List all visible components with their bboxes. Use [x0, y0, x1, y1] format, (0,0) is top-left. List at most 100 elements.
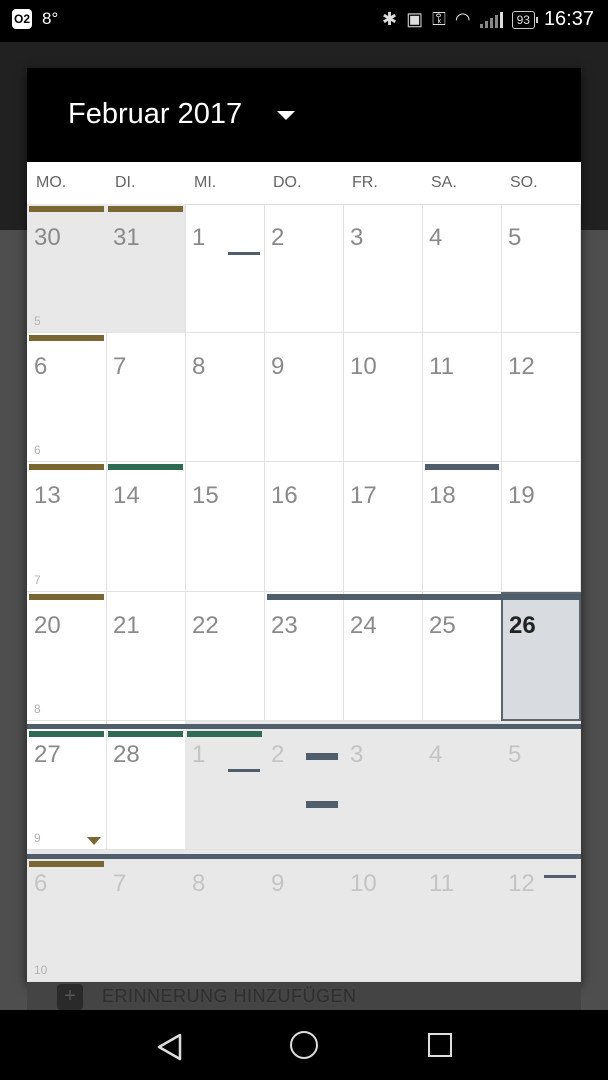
event-bar[interactable]: [29, 731, 104, 737]
day-cell[interactable]: 24: [343, 592, 423, 721]
nfc-icon: ▣: [406, 9, 424, 29]
event-indicator[interactable]: [306, 801, 338, 808]
day-number: 3: [350, 224, 364, 251]
event-indicator[interactable]: [306, 753, 338, 760]
day-cell[interactable]: 1: [185, 204, 265, 333]
event-indicator[interactable]: [544, 875, 576, 878]
day-cell[interactable]: 20 8: [27, 592, 107, 721]
day-cell[interactable]: 3: [343, 721, 423, 850]
home-icon[interactable]: [290, 1031, 318, 1059]
day-cell[interactable]: 8: [185, 850, 265, 982]
day-cell[interactable]: 31: [106, 204, 186, 333]
expand-week-icon[interactable]: [87, 837, 101, 845]
day-number: 1: [192, 224, 206, 251]
event-bar[interactable]: [425, 464, 499, 470]
event-bar[interactable]: [108, 464, 183, 470]
weekday-header: MO. DI. MI. DO. FR. SA. SO.: [27, 162, 581, 205]
day-cell[interactable]: 10: [343, 850, 423, 982]
day-number: 7: [113, 353, 127, 380]
day-number: 15: [192, 482, 219, 509]
event-bar[interactable]: [27, 854, 581, 859]
day-cell[interactable]: 66: [27, 333, 107, 462]
event-bar[interactable]: [108, 206, 183, 212]
day-cell[interactable]: 19: [501, 462, 581, 592]
event-bar[interactable]: [27, 724, 581, 729]
event-indicator[interactable]: [228, 769, 260, 772]
week-number: 8: [34, 702, 41, 716]
navigation-bar: [0, 1010, 608, 1080]
day-cell[interactable]: 11: [422, 333, 502, 462]
day-number: 8: [192, 870, 206, 897]
weekday-label: MI.: [194, 174, 217, 191]
event-bar[interactable]: [29, 206, 104, 212]
weekday-label: DO.: [273, 174, 302, 191]
day-cell[interactable]: 27 9: [27, 721, 107, 850]
day-cell[interactable]: 30 5: [27, 204, 107, 333]
day-cell[interactable]: 12: [501, 850, 581, 982]
day-cell-today[interactable]: 26: [501, 592, 581, 721]
day-cell[interactable]: 23: [264, 592, 344, 721]
event-bar[interactable]: [187, 731, 262, 737]
weekday-label: DI.: [115, 174, 136, 191]
day-number: 16: [271, 482, 298, 509]
day-cell[interactable]: 12: [501, 333, 581, 462]
back-icon[interactable]: [156, 1032, 184, 1062]
day-cell[interactable]: 4: [422, 721, 502, 850]
event-bar[interactable]: [267, 594, 581, 600]
day-cell[interactable]: 14: [106, 462, 186, 592]
day-number: 10: [350, 353, 377, 380]
day-number: 9: [271, 870, 285, 897]
day-cell[interactable]: 7: [106, 850, 186, 982]
weekday-label: FR.: [352, 174, 378, 191]
event-bar[interactable]: [108, 731, 183, 737]
day-cell[interactable]: 10: [343, 333, 423, 462]
temperature: 8°: [42, 9, 59, 28]
event-bar[interactable]: [29, 861, 104, 867]
day-number: 11: [429, 870, 454, 897]
day-cell[interactable]: 1: [185, 721, 265, 850]
day-cell[interactable]: 16: [264, 462, 344, 592]
carrier-icon: O2: [12, 9, 32, 29]
day-number: 8: [192, 353, 206, 380]
recents-icon[interactable]: [428, 1033, 452, 1057]
event-indicator[interactable]: [228, 252, 260, 255]
day-cell[interactable]: 11: [422, 850, 502, 982]
battery-icon: 93: [511, 10, 539, 29]
event-bar[interactable]: [29, 464, 104, 470]
day-cell[interactable]: 25: [422, 592, 502, 721]
day-number: 17: [350, 482, 377, 509]
month-dropdown-icon[interactable]: [277, 111, 295, 120]
day-number: 5: [508, 741, 522, 768]
day-cell[interactable]: 17: [343, 462, 423, 592]
day-cell[interactable]: 9: [264, 850, 344, 982]
day-cell[interactable]: 6 10: [27, 850, 107, 982]
day-cell[interactable]: 28: [106, 721, 186, 850]
day-cell[interactable]: 5: [501, 721, 581, 850]
weekday-label: MO.: [36, 174, 67, 191]
day-number: 12: [508, 870, 535, 897]
event-bar[interactable]: [29, 594, 104, 600]
day-number: 25: [429, 612, 456, 639]
day-cell[interactable]: 13 7: [27, 462, 107, 592]
month-title[interactable]: Februar 2017: [68, 98, 242, 131]
weekday-label: SA.: [431, 174, 457, 191]
day-cell[interactable]: 2: [264, 721, 344, 850]
day-cell[interactable]: 15: [185, 462, 265, 592]
event-bar[interactable]: [29, 335, 104, 341]
day-cell[interactable]: 7: [106, 333, 186, 462]
day-cell[interactable]: 2: [264, 204, 344, 333]
day-cell[interactable]: 22: [185, 592, 265, 721]
add-reminder-row[interactable]: + ERINNERUNG HINZUFÜGEN: [27, 982, 581, 1010]
day-number: 22: [192, 612, 219, 639]
status-left: O2 8°: [12, 9, 58, 29]
day-number: 26: [509, 612, 536, 639]
day-number: 31: [113, 224, 140, 251]
day-cell[interactable]: 4: [422, 204, 502, 333]
day-cell[interactable]: 8: [185, 333, 265, 462]
day-number: 30: [34, 224, 61, 251]
day-cell[interactable]: 5: [501, 204, 581, 333]
day-cell[interactable]: 21: [106, 592, 186, 721]
day-cell[interactable]: 9: [264, 333, 344, 462]
day-cell[interactable]: 18: [422, 462, 502, 592]
day-cell[interactable]: 3: [343, 204, 423, 333]
